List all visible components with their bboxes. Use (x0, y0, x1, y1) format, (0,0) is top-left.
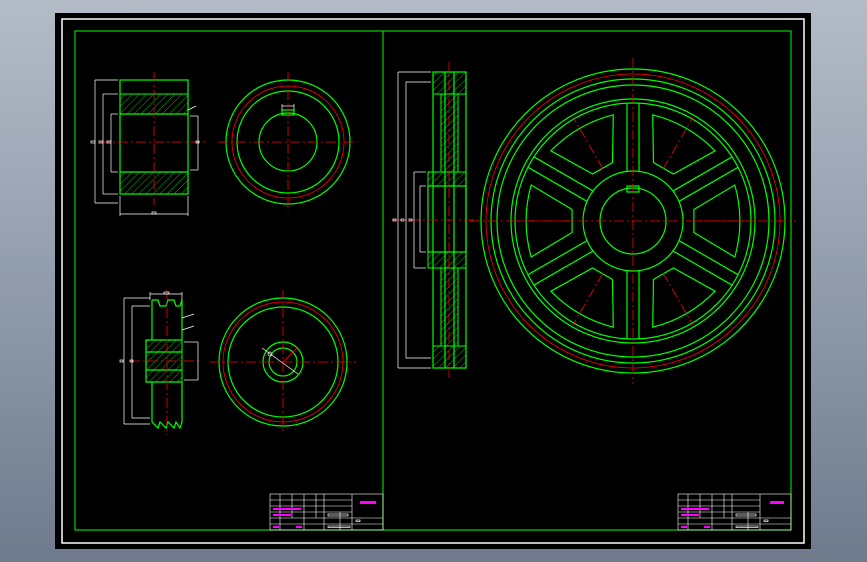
drawing-title-marker (360, 501, 376, 504)
drawing-title-marker (770, 501, 784, 504)
cad-drawing-canvas[interactable] (0, 0, 867, 562)
